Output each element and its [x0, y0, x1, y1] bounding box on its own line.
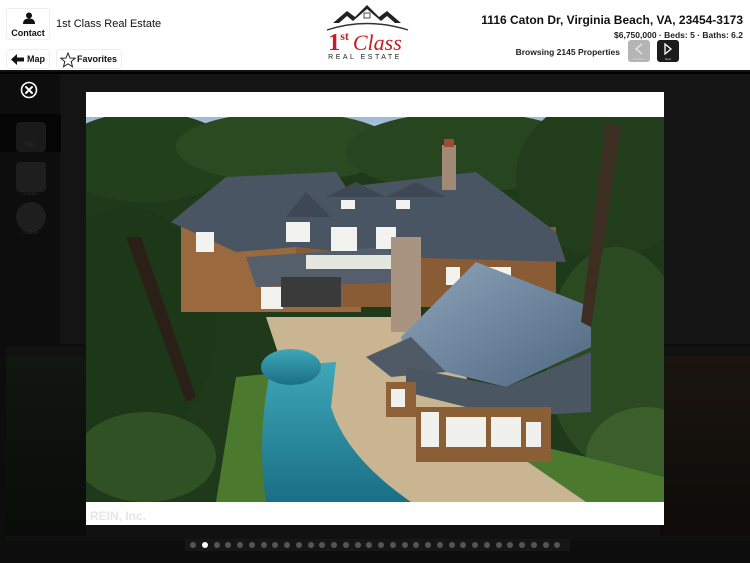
- pager-dot[interactable]: [190, 542, 196, 548]
- pager-dot[interactable]: [401, 542, 408, 548]
- pager-dot[interactable]: [413, 542, 420, 548]
- pager-dot[interactable]: [472, 542, 478, 548]
- logo-wordmark: 1st Class: [328, 29, 402, 56]
- property-summary: $6,750,000 · Beds: 5 · Baths: 6.2: [614, 30, 743, 40]
- person-icon: [23, 12, 35, 24]
- property-address: 1116 Caton Dr, Virginia Beach, VA, 23454…: [481, 13, 743, 27]
- pager-dot[interactable]: [295, 542, 302, 548]
- company-logo: 1st Class REAL ESTATE: [315, 3, 415, 65]
- background-sidebar: map Notes Share: [0, 74, 61, 344]
- next-property-button[interactable]: Next: [657, 40, 679, 62]
- pager-dot[interactable]: [237, 542, 243, 548]
- share-icon: [16, 202, 46, 232]
- contact-button[interactable]: Contact: [6, 8, 50, 40]
- arrow-left-icon: [11, 54, 24, 65]
- pager-dot[interactable]: [284, 542, 290, 548]
- aerial-house-image: [86, 117, 664, 502]
- pager-dot[interactable]: [225, 542, 232, 548]
- pager-dot[interactable]: [448, 542, 455, 548]
- pager-dot[interactable]: [460, 542, 467, 548]
- close-circle-icon[interactable]: [20, 81, 38, 99]
- background-photo-right: [660, 356, 750, 536]
- chevron-left-icon: [634, 43, 643, 55]
- pager-dot[interactable]: [319, 542, 326, 548]
- pager-dot[interactable]: [542, 542, 549, 548]
- star-outline-icon: [60, 52, 76, 68]
- pager-dot[interactable]: [495, 542, 502, 548]
- pager-dot[interactable]: [213, 542, 220, 548]
- pager-dot[interactable]: [378, 542, 384, 548]
- favorites-label: Favorites: [77, 54, 118, 64]
- property-photo[interactable]: [86, 117, 664, 502]
- pager-dot[interactable]: [389, 542, 396, 548]
- app-header: Contact 1st Class Real Estate Map Favori…: [0, 0, 750, 72]
- pager-dot[interactable]: [272, 542, 279, 548]
- photo-pager: [185, 539, 570, 551]
- house-roof-icon: [326, 5, 409, 31]
- logo-subtitle: REAL ESTATE: [328, 54, 402, 61]
- chevron-right-icon: [664, 43, 673, 55]
- pager-dot[interactable]: [530, 542, 537, 548]
- previous-label: Previous: [633, 57, 645, 61]
- agent-name: 1st Class Real Estate: [56, 18, 162, 30]
- next-label: Next: [664, 57, 672, 61]
- previous-property-button[interactable]: Previous: [628, 40, 650, 62]
- photo-viewer: REIN, Inc.: [86, 92, 664, 525]
- notes-icon: [16, 162, 46, 192]
- pager-dot[interactable]: [507, 542, 514, 548]
- background-photo-left: [6, 356, 86, 536]
- pager-dot[interactable]: [201, 542, 208, 548]
- favorites-button[interactable]: Favorites: [56, 49, 122, 69]
- photo-copyright: REIN, Inc.: [90, 509, 147, 523]
- pager-dot[interactable]: [554, 542, 561, 548]
- map-button[interactable]: Map: [6, 49, 50, 69]
- pager-dot[interactable]: [366, 542, 373, 548]
- contact-label: Contact: [11, 28, 45, 38]
- pager-dot[interactable]: [436, 542, 443, 548]
- sidebar-label-share: Share: [21, 230, 38, 236]
- sidebar-label-map: map: [24, 142, 36, 148]
- pager-dot[interactable]: [307, 542, 314, 548]
- sidebar-label-notes: Notes: [22, 191, 38, 197]
- pager-dot[interactable]: [354, 542, 361, 548]
- pager-dot[interactable]: [519, 542, 525, 548]
- browsing-count: Browsing 2145 Properties: [515, 47, 620, 57]
- map-label: Map: [27, 54, 45, 64]
- pager-dot[interactable]: [342, 542, 349, 548]
- pager-dot[interactable]: [331, 542, 337, 548]
- pager-dot[interactable]: [260, 542, 267, 548]
- pager-dot[interactable]: [425, 542, 431, 548]
- pager-dot[interactable]: [483, 542, 490, 548]
- pager-dot[interactable]: [248, 542, 255, 548]
